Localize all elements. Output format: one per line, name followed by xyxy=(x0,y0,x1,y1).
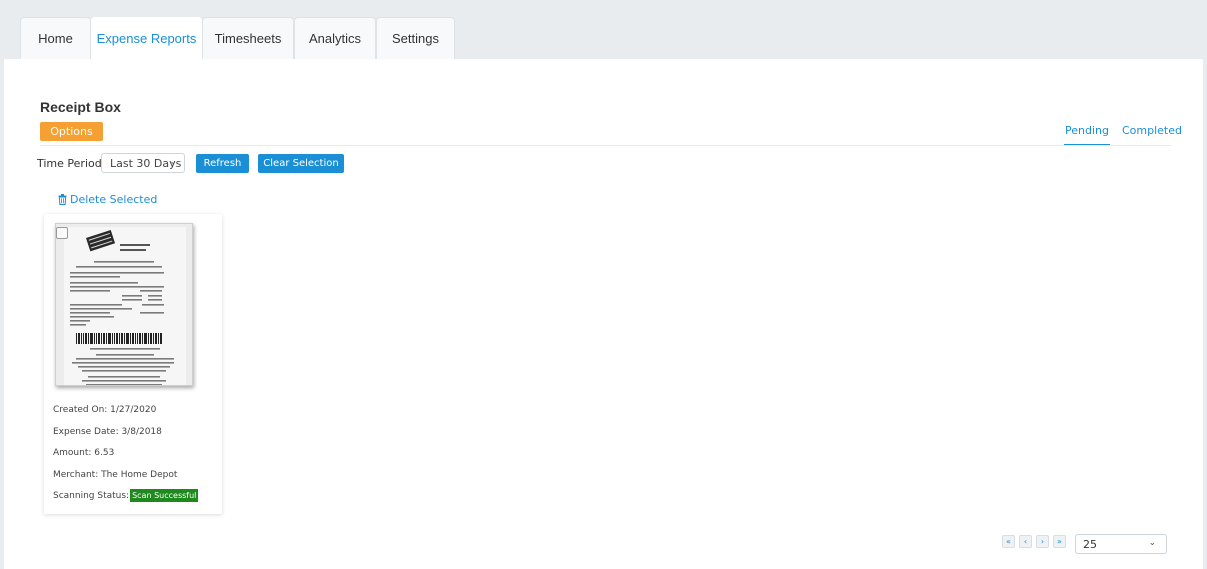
tab-home[interactable]: Home xyxy=(20,17,91,59)
scanning-status-label: Scanning Status: xyxy=(53,491,130,501)
first-page-button[interactable]: « xyxy=(1002,535,1015,548)
receipt-card[interactable]: Created On: 1/27/2020 Expense Date: 3/8/… xyxy=(44,214,222,514)
clear-selection-button[interactable]: Clear Selection xyxy=(258,154,344,173)
scanning-status: Scanning Status: Scan Successful xyxy=(53,489,199,502)
merchant-text: Merchant: The Home Depot xyxy=(53,470,178,480)
last-page-button[interactable]: » xyxy=(1053,535,1066,548)
divider xyxy=(40,145,1171,146)
page-title: Receipt Box xyxy=(40,99,121,115)
delete-selected-label: Delete Selected xyxy=(70,193,158,206)
tab-settings[interactable]: Settings xyxy=(376,17,455,59)
chevron-down-icon: ⌄ xyxy=(169,157,177,167)
delete-selected-link[interactable]: Delete Selected xyxy=(58,193,157,206)
tab-completed[interactable]: Completed xyxy=(1122,124,1182,137)
amount-text: Amount: 6.53 xyxy=(53,448,115,458)
next-page-button[interactable]: › xyxy=(1036,535,1049,548)
created-on-text: Created On: 1/27/2020 xyxy=(53,405,157,415)
expense-date-text: Expense Date: 3/8/2018 xyxy=(53,427,162,437)
top-navigation-bar: Home Expense Reports Timesheets Analytic… xyxy=(0,0,1207,59)
chevron-down-icon: ⌄ xyxy=(1148,538,1156,548)
page-size-select[interactable]: 25 ⌄ xyxy=(1075,534,1167,554)
trash-icon xyxy=(58,194,67,205)
prev-page-button[interactable]: ‹ xyxy=(1019,535,1032,548)
receipt-image xyxy=(56,224,192,385)
time-period-select[interactable]: Last 30 Days ⌄ xyxy=(101,153,185,173)
page-size-value: 25 xyxy=(1083,537,1097,551)
tab-pending[interactable]: Pending xyxy=(1064,124,1110,146)
tab-timesheets[interactable]: Timesheets xyxy=(202,17,294,59)
select-checkbox[interactable] xyxy=(56,227,68,239)
receipt-thumbnail[interactable] xyxy=(55,223,193,386)
refresh-button[interactable]: Refresh xyxy=(196,154,249,173)
tab-expense-reports[interactable]: Expense Reports xyxy=(91,17,202,59)
status-badge: Scan Successful xyxy=(130,489,199,502)
tab-analytics[interactable]: Analytics xyxy=(294,17,376,59)
time-period-label: Time Period xyxy=(37,157,102,170)
options-button[interactable]: Options xyxy=(40,122,103,141)
